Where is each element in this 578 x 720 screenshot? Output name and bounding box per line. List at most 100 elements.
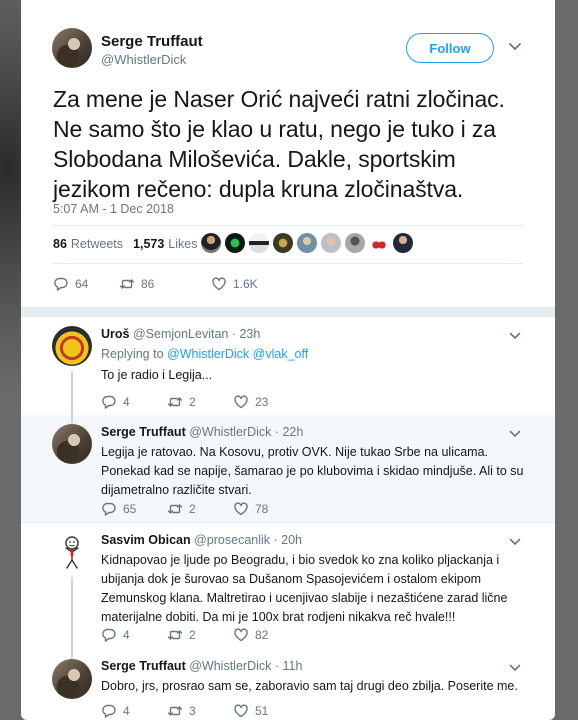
retweet-count: 86 xyxy=(141,277,155,291)
author-name[interactable]: Sasvim Obican xyxy=(101,533,191,547)
like-count: 23 xyxy=(255,395,269,409)
retweet-icon xyxy=(167,706,183,716)
reply-button[interactable]: 4 xyxy=(101,627,167,643)
retweet-button[interactable]: 3 xyxy=(167,703,233,719)
liker-avatar[interactable] xyxy=(297,233,317,253)
retweet-icon xyxy=(119,279,135,289)
heart-icon xyxy=(234,502,248,516)
like-button[interactable]: 51 xyxy=(233,703,299,719)
reply-icon xyxy=(102,395,116,409)
heart-icon xyxy=(234,704,248,718)
reply-header: Serge Truffaut @WhistlerDick · 22h xyxy=(101,425,303,439)
heart-icon xyxy=(234,628,248,642)
reply-header: Sasvim Obican @prosecanlik · 20h xyxy=(101,533,302,547)
follow-button[interactable]: Follow xyxy=(406,33,494,63)
reply-count: 4 xyxy=(123,704,130,718)
reply-text: Kidnapovao je ljude po Beogradu, i bio s… xyxy=(101,553,508,624)
liker-avatars xyxy=(201,233,413,253)
reply-tweet[interactable]: Serge Truffaut @WhistlerDick · 22h Legij… xyxy=(21,415,555,522)
reply-icon xyxy=(102,704,116,718)
liker-avatar[interactable] xyxy=(345,233,365,253)
reply-header: Uroš @SemjonLevitan · 23h xyxy=(101,327,260,341)
liker-avatar[interactable] xyxy=(249,233,269,253)
liker-avatar[interactable] xyxy=(321,233,341,253)
mention-link[interactable]: @WhistlerDick xyxy=(167,347,249,361)
thread-line xyxy=(71,651,73,659)
chevron-down-icon[interactable] xyxy=(509,538,521,546)
reply-actions: 4 2 82 xyxy=(101,627,299,643)
mention-link[interactable]: @vlak_off xyxy=(253,347,309,361)
reply-tweet[interactable]: Uroš @SemjonLevitan · 23h Replying to @W… xyxy=(21,317,555,415)
thread-line xyxy=(71,577,73,651)
avatar[interactable] xyxy=(52,326,92,366)
retweets-label[interactable]: Retweets xyxy=(71,237,123,251)
chevron-down-icon[interactable] xyxy=(509,430,521,438)
divider xyxy=(53,263,523,264)
retweet-icon xyxy=(167,630,183,640)
like-count: 78 xyxy=(255,502,269,516)
thread-line xyxy=(71,415,73,423)
author-handle-time[interactable]: @SemjonLevitan · 23h xyxy=(133,327,260,341)
reply-actions: 4 3 51 xyxy=(101,703,299,719)
retweet-icon xyxy=(167,504,183,514)
author-name[interactable]: Serge Truffaut xyxy=(101,33,203,50)
tweet-stats: 86 Retweets 1,573 Likes xyxy=(53,237,197,251)
avatar[interactable] xyxy=(52,424,92,464)
likes-count[interactable]: 1,573 xyxy=(133,237,164,251)
tweet-timestamp[interactable]: 5:07 AM - 1 Dec 2018 xyxy=(53,202,174,216)
reply-text: Dobro, jrs, prosrao sam se, zaboravio sa… xyxy=(101,679,518,693)
thread-separator xyxy=(21,307,555,317)
chevron-down-icon[interactable] xyxy=(509,332,521,340)
liker-avatar[interactable] xyxy=(273,233,293,253)
thread-line xyxy=(71,371,73,415)
retweet-icon xyxy=(167,397,183,407)
reply-count: 4 xyxy=(123,395,130,409)
retweets-count[interactable]: 86 xyxy=(53,237,67,251)
avatar[interactable] xyxy=(52,659,92,699)
chevron-down-icon[interactable] xyxy=(509,664,521,672)
reply-button[interactable]: 64 xyxy=(53,276,119,292)
reply-actions: 65 2 78 xyxy=(101,501,299,517)
author-handle-time[interactable]: @WhistlerDick · 22h xyxy=(189,425,303,439)
retweet-count: 2 xyxy=(189,395,196,409)
retweet-count: 2 xyxy=(189,628,196,642)
liker-avatar[interactable] xyxy=(201,233,221,253)
tweet-card: Serge Truffaut @WhistlerDick Follow Za m… xyxy=(21,0,555,720)
reply-button[interactable]: 4 xyxy=(101,703,167,719)
author-handle-time[interactable]: @WhistlerDick · 11h xyxy=(189,659,302,673)
liker-avatar[interactable] xyxy=(225,233,245,253)
like-button[interactable]: 1.6K xyxy=(211,276,281,292)
author-name[interactable]: Serge Truffaut xyxy=(101,425,186,439)
like-count: 1.6K xyxy=(233,277,258,291)
author-name[interactable]: Uroš xyxy=(101,327,129,341)
reply-actions: 4 2 23 xyxy=(101,394,299,410)
like-button[interactable]: 78 xyxy=(233,501,299,517)
tweet-text: Za mene je Naser Orić najveći ratni zloč… xyxy=(53,86,505,202)
liker-avatar[interactable] xyxy=(369,233,389,253)
retweet-button[interactable]: 86 xyxy=(119,276,211,292)
retweet-count: 2 xyxy=(189,502,196,516)
retweet-button[interactable]: 2 xyxy=(167,394,233,410)
retweet-count: 3 xyxy=(189,704,196,718)
reply-tweet[interactable]: Sasvim Obican @prosecanlik · 20h Kidnapo… xyxy=(21,523,555,651)
author-name[interactable]: Serge Truffaut xyxy=(101,659,186,673)
chevron-down-icon[interactable] xyxy=(508,42,522,52)
retweet-button[interactable]: 2 xyxy=(167,501,233,517)
tweet-actions: 64 86 1.6K xyxy=(53,276,281,292)
reply-tweet[interactable]: Serge Truffaut @WhistlerDick · 11h Dobro… xyxy=(21,651,555,720)
avatar[interactable] xyxy=(52,28,92,68)
like-button[interactable]: 82 xyxy=(233,627,299,643)
reply-icon xyxy=(54,277,68,291)
avatar[interactable] xyxy=(52,532,92,572)
reply-button[interactable]: 4 xyxy=(101,394,167,410)
reply-button[interactable]: 65 xyxy=(101,501,167,517)
liker-avatar[interactable] xyxy=(393,233,413,253)
retweet-button[interactable]: 2 xyxy=(167,627,233,643)
author-handle[interactable]: @WhistlerDick xyxy=(101,52,186,67)
like-button[interactable]: 23 xyxy=(233,394,299,410)
reply-text: To je radio i Legija... xyxy=(101,368,213,382)
likes-label[interactable]: Likes xyxy=(168,237,197,251)
divider xyxy=(53,225,523,226)
author-handle-time[interactable]: @prosecanlik · 20h xyxy=(194,533,302,547)
like-count: 82 xyxy=(255,628,269,642)
